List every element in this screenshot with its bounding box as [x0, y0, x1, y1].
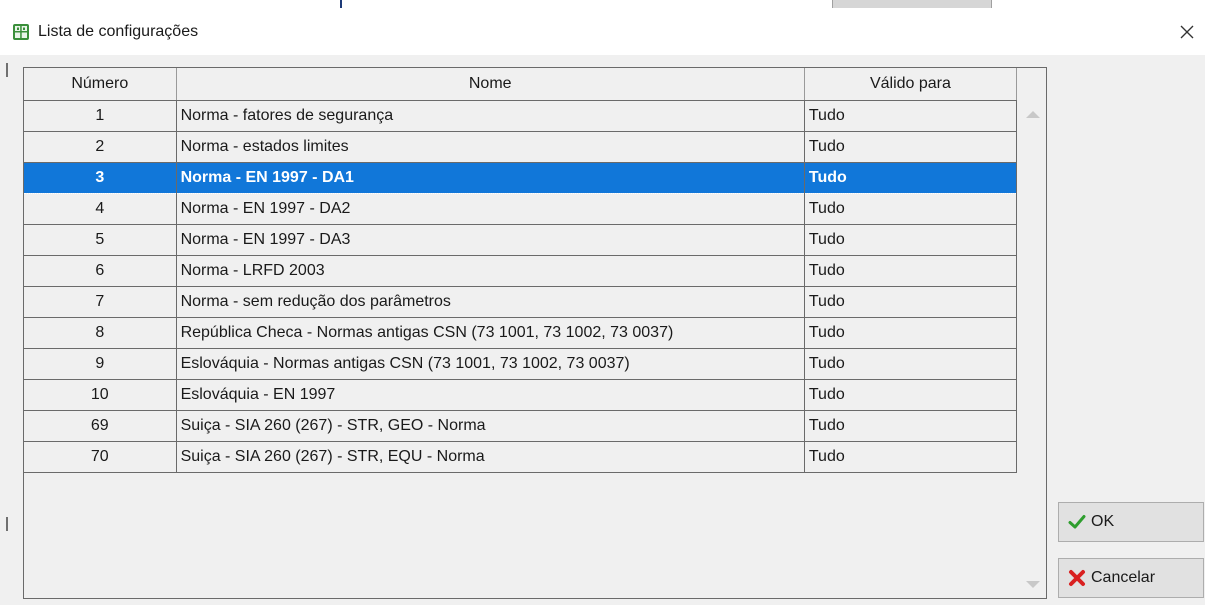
background-divider [340, 0, 342, 8]
table-row[interactable]: 5 Norma - EN 1997 - DA3 Tudo [24, 224, 1018, 256]
column-header-valido-para[interactable]: Válido para [804, 68, 1018, 101]
cell-numero: 5 [24, 224, 177, 256]
cell-numero: 10 [24, 379, 177, 411]
table-row[interactable]: 70 Suiça - SIA 260 (267) - STR, EQU - Nor… [24, 441, 1018, 473]
cell-valido-para: Tudo [804, 100, 1018, 132]
window-title: Lista de configurações [38, 23, 199, 40]
cell-nome: Norma - LRFD 2003 [176, 255, 805, 287]
table-row[interactable]: 8 República Checa - Normas antigas CSN (7… [24, 317, 1018, 349]
config-list-icon [13, 24, 29, 40]
red-x-icon [1069, 570, 1085, 586]
cell-nome: Norma - EN 1997 - DA2 [176, 193, 805, 225]
table-row[interactable]: 7 Norma - sem redução dos parâmetros Tudo [24, 286, 1018, 318]
edge-mark [6, 517, 8, 531]
cell-numero: 69 [24, 410, 177, 442]
cell-valido-para: Tudo [804, 441, 1018, 473]
cell-numero: 70 [24, 441, 177, 473]
cell-valido-para: Tudo [804, 224, 1018, 256]
cell-nome: Eslováquia - Normas antigas CSN (73 1001… [176, 348, 805, 380]
cell-nome: Norma - EN 1997 - DA3 [176, 224, 805, 256]
cell-valido-para: Tudo [804, 317, 1018, 349]
table-row[interactable]: 9 Eslováquia - Normas antigas CSN (73 100… [24, 348, 1018, 380]
cell-valido-para: Tudo [804, 348, 1018, 380]
cell-numero: 4 [24, 193, 177, 225]
cancel-button[interactable]: Cancelar [1058, 558, 1204, 598]
cell-numero: 2 [24, 131, 177, 163]
table-row[interactable]: 6 Norma - LRFD 2003 Tudo [24, 255, 1018, 287]
cell-valido-para: Tudo [804, 131, 1018, 163]
ok-button[interactable]: OK [1058, 502, 1204, 542]
checkmark-icon [1068, 515, 1086, 529]
cell-nome: Suiça - SIA 260 (267) - STR, GEO - Norma [176, 410, 805, 442]
configurations-table: Número Nome Válido para 1 Norma - fatores… [24, 68, 1018, 473]
table-row[interactable]: 2 Norma - estados limites Tudo [24, 131, 1018, 163]
cell-valido-para: Tudo [804, 255, 1018, 287]
configurations-grid[interactable]: Número Nome Válido para 1 Norma - fatores… [23, 67, 1047, 599]
cell-numero: 6 [24, 255, 177, 287]
table-row[interactable]: 69 Suiça - SIA 260 (267) - STR, GEO - Nor… [24, 410, 1018, 442]
scroll-up-arrow-icon[interactable] [1026, 111, 1040, 118]
background-tab [832, 0, 992, 8]
cell-nome: Suiça - SIA 260 (267) - STR, EQU - Norma [176, 441, 805, 473]
cell-nome: Eslováquia - EN 1997 [176, 379, 805, 411]
cell-valido-para: Tudo [804, 286, 1018, 318]
table-row[interactable]: 10 Eslováquia - EN 1997 Tudo [24, 379, 1018, 411]
edge-mark [6, 63, 8, 77]
cell-nome: Norma - sem redução dos parâmetros [176, 286, 805, 318]
close-icon[interactable] [1175, 20, 1199, 44]
table-row[interactable]: 1 Norma - fatores de segurança Tudo [24, 100, 1018, 132]
configuration-list-dialog: Lista de configurações Número Nome Válid… [0, 0, 1205, 605]
cell-nome: República Checa - Normas antigas CSN (73… [176, 317, 805, 349]
table-header-row: Número Nome Válido para [24, 68, 1018, 101]
left-edge [0, 55, 10, 605]
cell-nome: Norma - estados limites [176, 131, 805, 163]
cell-valido-para: Tudo [804, 162, 1018, 194]
cell-numero: 7 [24, 286, 177, 318]
title-bar: Lista de configurações [0, 10, 1205, 55]
background-app-strip [0, 0, 1205, 10]
cell-valido-para: Tudo [804, 410, 1018, 442]
column-header-numero[interactable]: Número [24, 68, 177, 101]
column-header-nome[interactable]: Nome [176, 68, 805, 101]
scroll-down-arrow-icon[interactable] [1026, 581, 1040, 588]
ok-button-label: OK [1091, 513, 1115, 530]
cell-numero: 3 [24, 162, 177, 194]
table-row[interactable]: 3 Norma - EN 1997 - DA1 Tudo [24, 162, 1018, 194]
table-row[interactable]: 4 Norma - EN 1997 - DA2 Tudo [24, 193, 1018, 225]
cell-nome: Norma - fatores de segurança [176, 100, 805, 132]
cell-numero: 9 [24, 348, 177, 380]
cell-numero: 8 [24, 317, 177, 349]
cell-nome: Norma - EN 1997 - DA1 [176, 162, 805, 194]
cell-valido-para: Tudo [804, 379, 1018, 411]
vertical-scrollbar[interactable] [1018, 99, 1046, 598]
cancel-button-label: Cancelar [1091, 569, 1156, 586]
cell-numero: 1 [24, 100, 177, 132]
cell-valido-para: Tudo [804, 193, 1018, 225]
